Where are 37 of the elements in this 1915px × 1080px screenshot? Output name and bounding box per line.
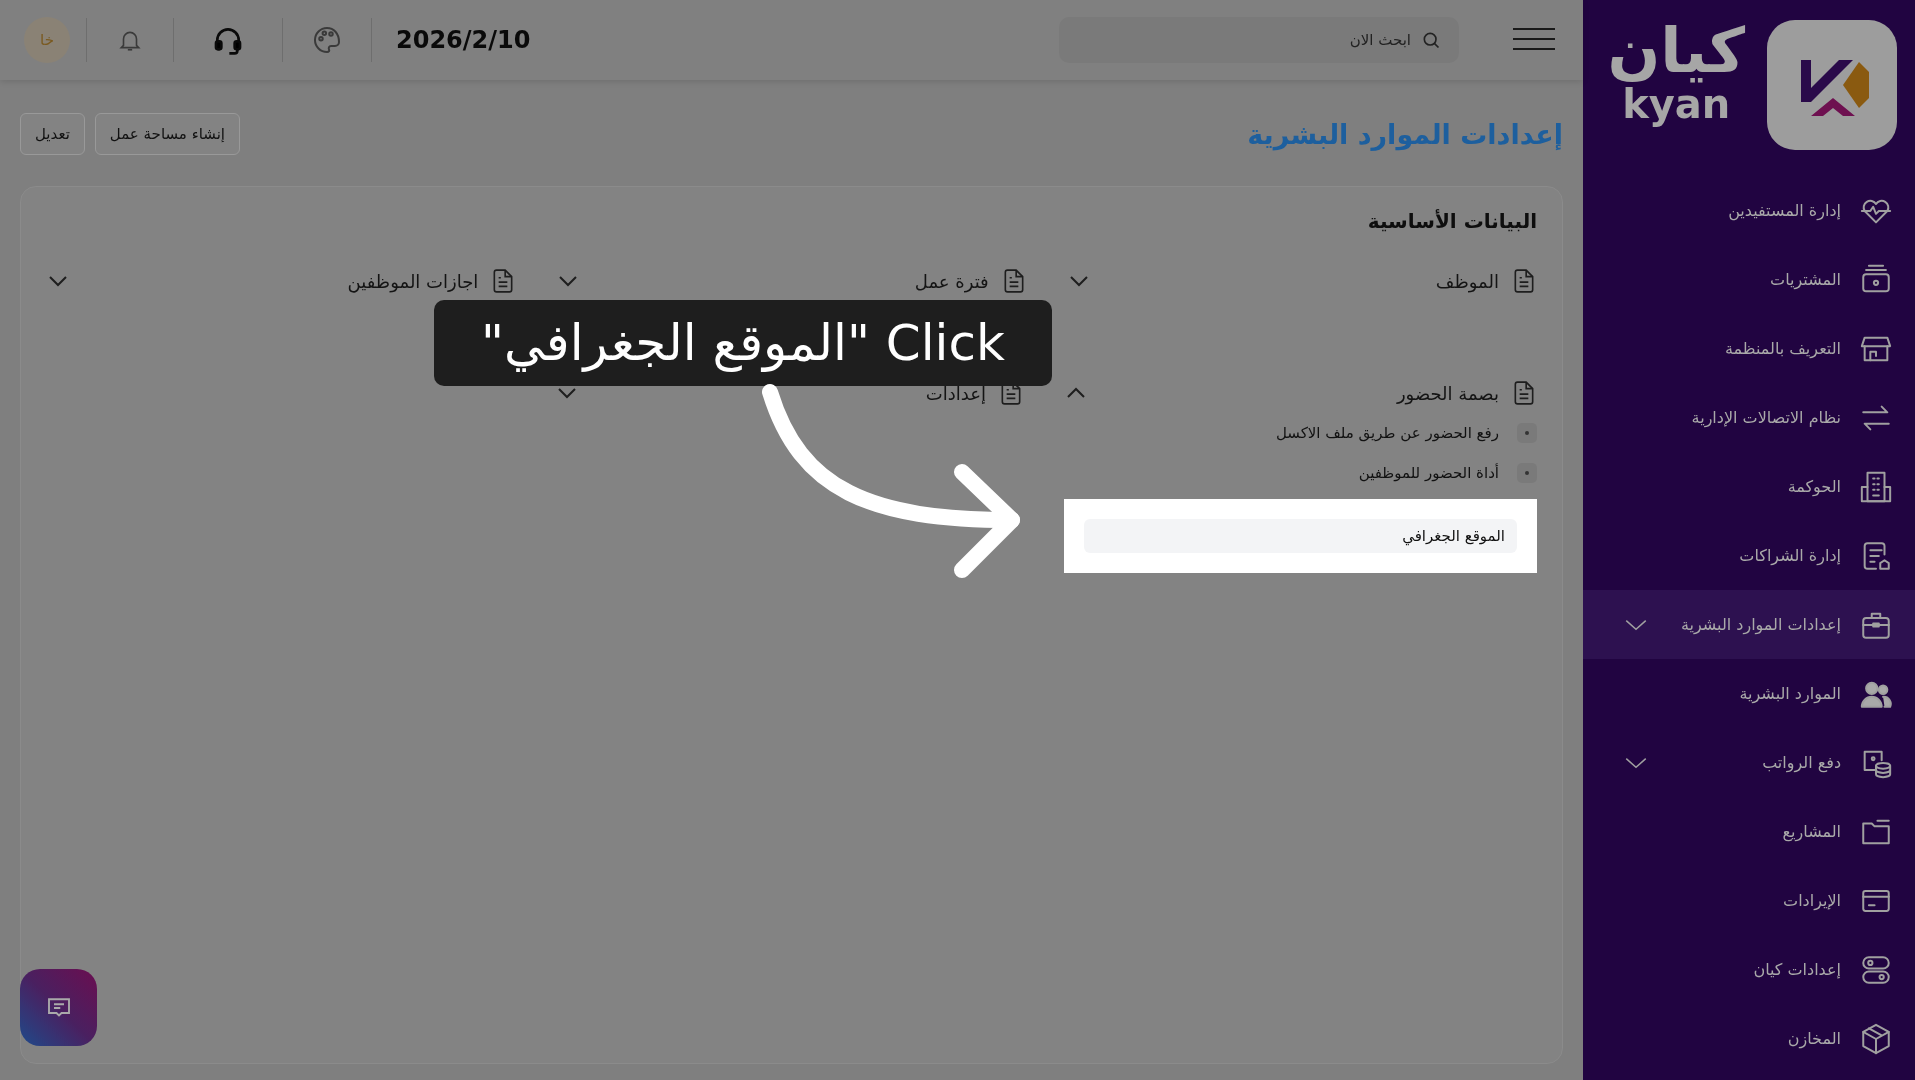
- settings-group[interactable]: اجازات الموظفين: [46, 259, 517, 303]
- sidebar-item[interactable]: الإيرادات: [1583, 866, 1915, 935]
- sidebar-item[interactable]: التعريف بالمنظمة: [1583, 314, 1915, 383]
- section-title: البيانات الأساسية: [1366, 209, 1537, 233]
- action-button[interactable]: تعديل: [20, 113, 85, 155]
- menu-icon[interactable]: [1513, 27, 1555, 53]
- logo-wordmark: كيان: [1607, 20, 1745, 82]
- submenu-item[interactable]: الموقع الجغرافي: [1084, 519, 1517, 553]
- settings-group[interactable]: فترة عمل: [556, 259, 1027, 303]
- logo-icon: [1767, 20, 1897, 150]
- bullet-icon: [1517, 463, 1537, 483]
- search-icon: [1421, 30, 1441, 50]
- submenu-item[interactable]: رفع الحضور عن طريق ملف الاكسل: [1275, 424, 1499, 442]
- settings-group[interactable]: الموظف: [1066, 259, 1537, 303]
- page-title: إعدادات الموارد البشرية: [1247, 118, 1563, 150]
- sidebar-item[interactable]: إدارة المستفيدين: [1583, 176, 1915, 245]
- building-icon: [1859, 469, 1893, 504]
- settings-group[interactable]: بصمة الحضور: [1064, 371, 1537, 415]
- bullet-icon: [1517, 423, 1537, 443]
- sidebar-item[interactable]: الموارد البشرية: [1583, 659, 1915, 728]
- action-button[interactable]: إنشاء مساحة عمل: [94, 113, 240, 155]
- box-icon: [1859, 1021, 1893, 1056]
- tutorial-tooltip: Click "الموقع الجغرافي": [434, 300, 1052, 386]
- date-text: 2026/2/10: [396, 26, 531, 54]
- sidebar-item[interactable]: إدارة الشراكات: [1583, 521, 1915, 590]
- sidebar-item[interactable]: دفع الرواتب: [1583, 728, 1915, 797]
- palette-icon[interactable]: [311, 24, 343, 56]
- sidebar-item[interactable]: المشتريات: [1583, 245, 1915, 314]
- sidebar-item[interactable]: الحوكمة: [1583, 452, 1915, 521]
- chat-button[interactable]: [20, 969, 97, 1046]
- sidebar-item[interactable]: إعدادات كيان: [1583, 935, 1915, 1004]
- submenu-item[interactable]: أداة الحضور للموظفين: [1358, 464, 1499, 482]
- sidebar-item[interactable]: إعدادات الموارد البشرية: [1583, 590, 1915, 659]
- search-field[interactable]: ابحث الان: [1059, 17, 1459, 63]
- sidebar-item[interactable]: المشاريع: [1583, 797, 1915, 866]
- sidebar-item[interactable]: المخازن: [1583, 1004, 1915, 1073]
- sidebar-item[interactable]: نظام الاتصالات الإدارية: [1583, 383, 1915, 452]
